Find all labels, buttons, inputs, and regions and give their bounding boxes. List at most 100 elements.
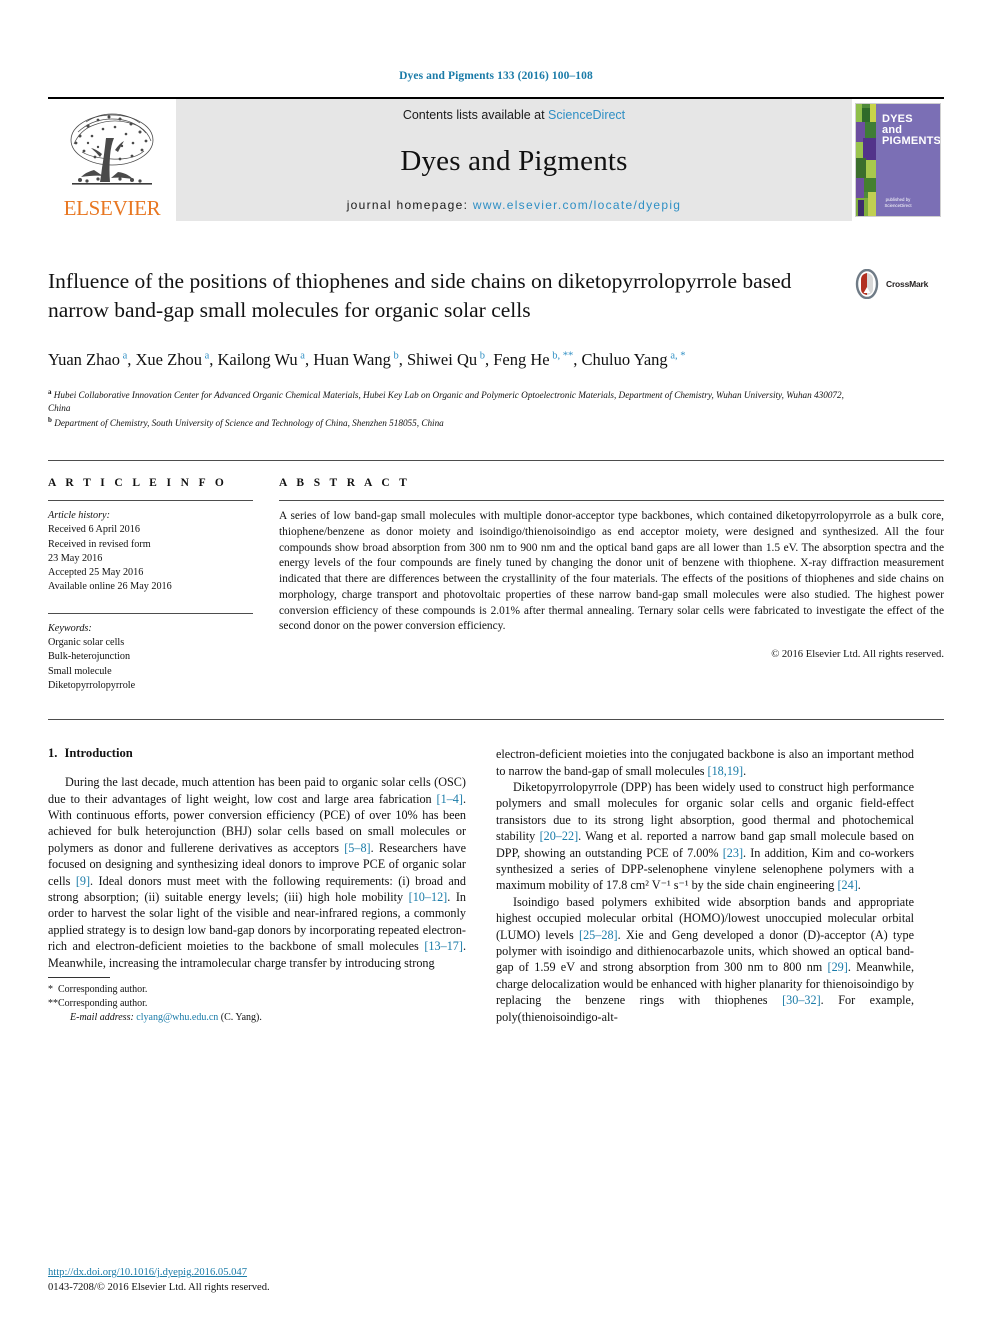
paragraph-text-run: During the last decade, much attention h… <box>48 775 466 806</box>
crossmark-icon <box>855 269 879 299</box>
author-name[interactable]: Shiwei Qu <box>407 350 477 369</box>
citation-link[interactable]: [5–8] <box>344 841 370 855</box>
author-affiliation-marker: b, ** <box>549 350 574 362</box>
paper-page: Dyes and Pigments 133 (2016) 100–108 ELS… <box>0 0 992 1323</box>
author-list: Yuan Zhao a, Xue Zhou a, Kailong Wu a, H… <box>48 347 838 372</box>
paragraph-text-run: . <box>857 878 861 893</box>
author-name[interactable]: Huan Wang <box>313 350 391 369</box>
abstract-heading: A B S T R A C T <box>279 476 411 489</box>
keywords-lines: Organic solar cells Bulk-heterojunction Sm… <box>48 636 253 693</box>
body-columns: 1. Introduction During the last decade, m… <box>48 746 944 1025</box>
cover-footer-2: ScienceDirect <box>884 203 912 208</box>
author-separator: , <box>209 350 218 369</box>
author-name[interactable]: Chuluo Yang <box>581 350 667 369</box>
author-separator: , <box>127 350 136 369</box>
crossmark-badge[interactable]: CrossMark <box>852 269 944 299</box>
citation-link[interactable]: [18,19] <box>708 764 744 778</box>
author-affiliation-marker: b <box>390 350 399 362</box>
article-history-lines: Received 6 April 2016 Received in revised… <box>48 523 253 594</box>
author-name[interactable]: Xue Zhou <box>136 350 202 369</box>
paragraph-text-run: . <box>743 763 747 778</box>
elsevier-wordmark: ELSEVIER <box>63 196 161 220</box>
author-name[interactable]: Yuan Zhao <box>48 350 120 369</box>
section-heading-introduction: 1. Introduction <box>48 746 466 761</box>
footnote-line-2: ** Corresponding author. <box>48 997 466 1011</box>
citation-link[interactable]: [10–12] <box>409 890 448 904</box>
article-history-line: Received 6 April 2016 <box>48 524 140 536</box>
author-name[interactable]: Feng He <box>493 350 549 369</box>
doi-link[interactable]: http://dx.doi.org/10.1016/j.dyepig.2016.… <box>48 1266 270 1280</box>
body-column-right: electron-deficient moieties into the con… <box>496 746 914 1025</box>
email-owner: (C. Yang). <box>218 1012 262 1024</box>
elsevier-tree-icon <box>70 113 154 185</box>
contents-prefix: Contents lists available at <box>402 108 549 122</box>
article-info-column: A R T I C L E I N F O Article history: R… <box>48 477 253 693</box>
body-column-left: 1. Introduction During the last decade, m… <box>48 746 466 1025</box>
citation-link[interactable]: [1–4] <box>437 792 463 806</box>
journal-cover-block: DYES and PIGMENTS published by ScienceDi… <box>852 99 944 221</box>
journal-masthead: ELSEVIER Contents lists available at Sci… <box>48 97 944 221</box>
homepage-prefix: journal homepage: <box>346 198 473 212</box>
footnote-text-1: Corresponding author. <box>58 984 148 996</box>
paragraph-text-run: electron-deficient moieties into the con… <box>496 747 914 778</box>
footer-doi-block: http://dx.doi.org/10.1016/j.dyepig.2016.… <box>48 1266 270 1295</box>
affiliation-list: a Hubei Collaborative Innovation Center … <box>48 386 848 430</box>
intro-paragraph-right-3: Isoindigo based polymers exhibited wide … <box>496 894 914 1025</box>
keywords-group: Keywords: Organic solar cells Bulk-hetero… <box>48 622 253 693</box>
article-history-group: Article history: Received 6 April 2016 Re… <box>48 509 253 595</box>
article-history-label: Article history: <box>48 509 110 521</box>
cover-footer-text: published by ScienceDirect <box>856 197 940 209</box>
elsevier-logo: ELSEVIER <box>48 99 176 221</box>
citation-link[interactable]: [20–22] <box>540 829 579 843</box>
issn-copyright-line: 0143-7208/© 2016 Elsevier Ltd. All right… <box>48 1281 270 1293</box>
section-title: Introduction <box>64 746 133 761</box>
email-label: E-mail address: <box>70 1012 137 1024</box>
sciencedirect-link[interactable]: ScienceDirect <box>548 108 625 122</box>
abstract-text: A series of low band-gap small molecules… <box>279 509 944 633</box>
affiliation-text: Department of Chemistry, South Universit… <box>51 418 444 429</box>
article-info-rule-top <box>48 499 253 501</box>
page-title: Influence of the positions of thiophenes… <box>48 269 792 322</box>
article-info-rule-mid <box>48 612 253 614</box>
footnote-email-line: E-mail address: clyang@whu.edu.cn (C. Ya… <box>48 1011 466 1025</box>
author-affiliation-marker: a, * <box>667 350 686 362</box>
paragraph-text-run: . Ideal donors must meet with the follow… <box>48 873 466 905</box>
affiliation-text: Hubei Collaborative Innovation Center fo… <box>48 390 844 413</box>
title-area: CrossMark Influence of the positions of … <box>48 267 944 430</box>
abstract-copyright: © 2016 Elsevier Ltd. All rights reserved… <box>771 649 944 661</box>
journal-homepage-link[interactable]: www.elsevier.com/locate/dyepig <box>473 198 681 212</box>
citation-link[interactable]: [30–32] <box>782 993 821 1007</box>
abstract-column: A B S T R A C T A series of low band-gap… <box>279 477 944 693</box>
masthead-center-band: Contents lists available at ScienceDirec… <box>176 99 852 221</box>
email-link[interactable]: clyang@whu.edu.cn <box>136 1012 218 1023</box>
author-separator: , <box>484 350 494 369</box>
intro-paragraph-left-1: During the last decade, much attention h… <box>48 774 466 971</box>
article-info-heading: A R T I C L E I N F O <box>48 476 228 489</box>
footnote-divider <box>48 977 110 979</box>
citation-link[interactable]: [23] <box>723 846 743 860</box>
citation-link[interactable]: [9] <box>76 874 90 888</box>
citation-link[interactable]: [24] <box>837 878 857 892</box>
keyword-item: Organic solar cells <box>48 636 125 648</box>
journal-cover-thumbnail: DYES and PIGMENTS published by ScienceDi… <box>855 103 941 217</box>
journal-homepage-line: journal homepage: www.elsevier.com/locat… <box>347 198 682 212</box>
citation-link[interactable]: [13–17] <box>424 939 463 953</box>
article-history-line: Accepted 25 May 2016 <box>48 567 144 579</box>
keyword-item: Bulk-heterojunction <box>48 651 131 663</box>
article-history-line: Received in revised form <box>48 538 151 550</box>
article-history-line: 23 May 2016 <box>48 552 103 564</box>
footnote-mark-2: ** <box>48 998 58 1010</box>
author-name[interactable]: Kailong Wu <box>218 350 298 369</box>
footnote-line-1: * Corresponding author. <box>48 983 466 997</box>
affiliation-entry: a Hubei Collaborative Innovation Center … <box>48 386 848 414</box>
citation-link[interactable]: [29] <box>828 960 848 974</box>
contents-available-line: Contents lists available at ScienceDirec… <box>403 108 625 122</box>
info-abstract-section: A R T I C L E I N F O Article history: R… <box>48 459 944 693</box>
cover-title-text: DYES and PIGMENTS <box>882 114 940 147</box>
citation-link[interactable]: [25–28] <box>579 928 618 942</box>
intro-paragraph-right-2: Diketopyrrolopyrrole (DPP) has been wide… <box>496 779 914 894</box>
crossmark-label: CrossMark <box>886 279 929 289</box>
journal-title: Dyes and Pigments <box>400 144 628 177</box>
article-history-line: Available online 26 May 2016 <box>48 581 172 593</box>
footnote-text-2: Corresponding author. <box>58 998 148 1010</box>
